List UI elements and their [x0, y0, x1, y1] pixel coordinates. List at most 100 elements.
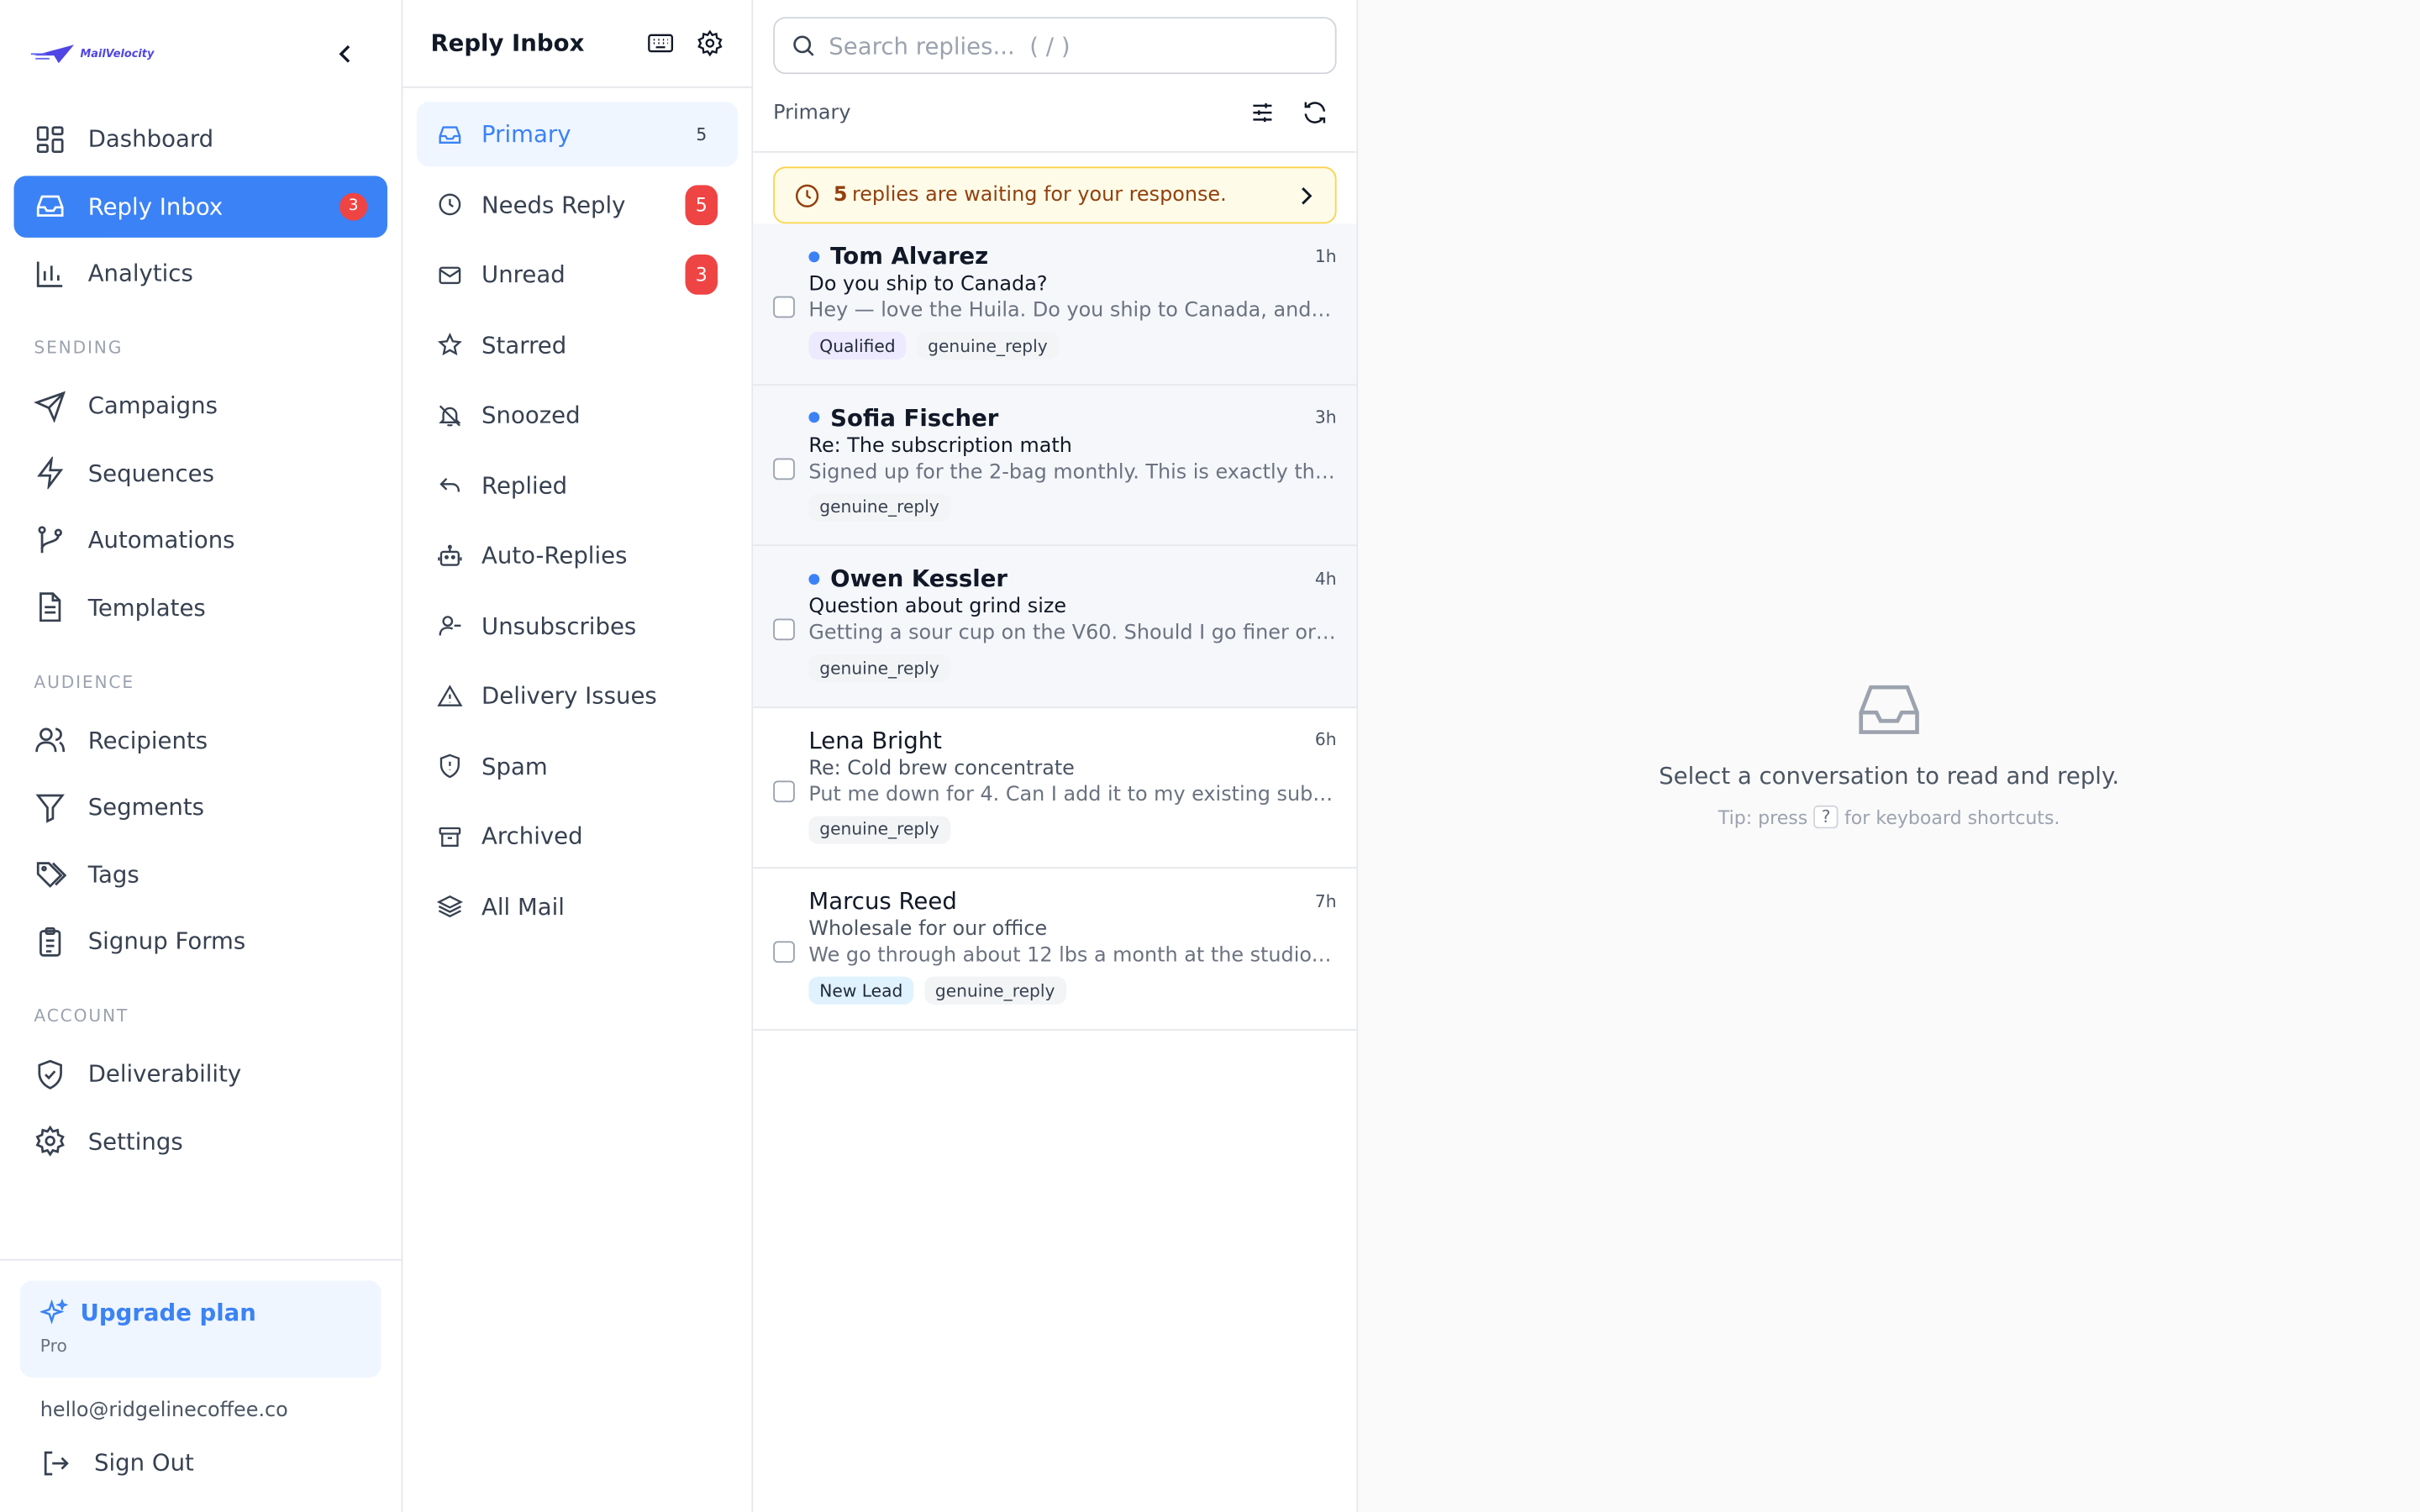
list-item[interactable]: Tom Alvarez 1h Do you ship to Canada? He… — [753, 223, 1357, 386]
sender-name: Tom Alvarez — [830, 242, 989, 270]
archive-icon — [439, 826, 461, 847]
sidebar-item-automations[interactable]: Automations — [14, 509, 387, 570]
sidebar-item-templates[interactable]: Templates — [14, 576, 387, 638]
list-item[interactable]: Sofia Fischer 3h Re: The subscription ma… — [753, 385, 1357, 547]
folder-label: Replied — [481, 471, 568, 500]
folder-badge: 5 — [685, 184, 718, 225]
user-email: hello@ridgelinecoffee.co — [39, 1399, 288, 1423]
sidebar-item-label: Campaigns — [87, 391, 218, 420]
dashboard-icon — [36, 125, 64, 153]
sidebar-item-signup-forms[interactable]: Signup Forms — [14, 911, 387, 972]
sidebar-item-sequences[interactable]: Sequences — [14, 442, 387, 503]
message-subject: Wholesale for our office — [808, 917, 1048, 942]
sidebar-item-dashboard[interactable]: Dashboard — [14, 108, 387, 170]
clipboard-icon — [39, 926, 61, 956]
tip-suffix: for keyboard shortcuts. — [1844, 806, 2060, 828]
sidebar-item-label: Reply Inbox — [87, 192, 224, 220]
tag-badge: New Lead — [808, 976, 914, 1005]
folder-unsubscribes[interactable]: Unsubscribes — [417, 593, 738, 658]
folder-label: Spam — [481, 752, 548, 780]
list-item[interactable]: Lena Bright 6h Re: Cold brew concentrate… — [753, 707, 1357, 869]
gear-icon[interactable] — [696, 29, 723, 57]
unread-dot — [808, 250, 820, 262]
select-checkbox[interactable] — [773, 780, 795, 802]
folder-label: All Mail — [481, 892, 565, 921]
keyboard-icon[interactable] — [647, 29, 675, 57]
layers-icon — [436, 895, 464, 918]
sign-out-button[interactable]: Sign Out — [40, 1444, 381, 1481]
sidebar-item-label: Analytics — [87, 259, 193, 287]
banner-message: replies are waiting for your response. — [851, 183, 1227, 207]
sidebar-item-label: Settings — [87, 1126, 183, 1155]
list-item[interactable]: Marcus Reed 7h Wholesale for our office … — [753, 869, 1357, 1030]
bar-chart-icon — [36, 260, 63, 286]
upgrade-plan-card[interactable]: Upgrade plan Pro — [19, 1280, 381, 1378]
sidebar-item-reply-inbox[interactable]: Reply Inbox 3 — [13, 175, 388, 237]
folder-replied[interactable]: Replied — [417, 453, 738, 517]
logo[interactable]: MailVelocity — [30, 42, 154, 66]
page-title: Reply Inbox — [430, 29, 585, 57]
refresh-icon[interactable] — [1301, 99, 1328, 127]
upgrade-plan-button[interactable]: Upgrade plan — [39, 1299, 361, 1327]
folder-snoozed[interactable]: Snoozed — [417, 383, 738, 448]
sidebar-item-settings[interactable]: Settings — [14, 1110, 387, 1172]
message-time: 7h — [1314, 890, 1337, 911]
folder-archived[interactable]: Archived — [417, 804, 738, 869]
message-snippet: Hey — love the Huila. Do you ship to Can… — [808, 299, 1336, 323]
search-input[interactable] — [829, 31, 1320, 60]
message-time: 4h — [1314, 568, 1337, 589]
sidebar-item-segments[interactable]: Segments — [14, 776, 387, 837]
select-checkbox[interactable] — [773, 941, 795, 963]
list-item[interactable]: Owen Kessler 4h Question about grind siz… — [753, 546, 1357, 708]
sidebar-nav: Dashboard Reply Inbox 3 Analytics SENDIN… — [0, 108, 402, 1172]
reply-inbox-count-badge: 3 — [339, 192, 368, 220]
tip-prefix: Tip: press — [1718, 806, 1808, 828]
users-icon — [35, 727, 66, 753]
sidebar-item-deliverability[interactable]: Deliverability — [14, 1043, 387, 1105]
empty-state-text: Select a conversation to read and reply. — [1659, 762, 2120, 790]
folder-count: 5 — [696, 123, 708, 144]
star-icon — [437, 333, 462, 356]
sender-name: Owen Kessler — [830, 564, 1007, 593]
folder-label: Unsubscribes — [481, 612, 637, 640]
banner-text: 5 replies are waiting for your response. — [834, 184, 1227, 207]
sliders-icon[interactable] — [1249, 99, 1276, 127]
folder-spam[interactable]: Spam — [417, 733, 738, 798]
select-checkbox[interactable] — [773, 457, 795, 480]
folder-primary[interactable]: Primary 5 — [416, 102, 738, 167]
unread-dot — [808, 573, 820, 585]
sidebar-item-label: Segments — [87, 793, 205, 822]
select-checkbox[interactable] — [773, 296, 795, 318]
message-snippet: We go through about 12 lbs a month at th… — [808, 944, 1336, 968]
sidebar-item-analytics[interactable]: Analytics — [14, 242, 387, 303]
search-box[interactable] — [773, 17, 1337, 75]
collapse-sidebar-button[interactable] — [330, 39, 361, 70]
folder-all-mail[interactable]: All Mail — [417, 874, 738, 938]
message-time: 3h — [1314, 407, 1337, 428]
tag-badge: Qualified — [808, 331, 907, 360]
folder-needs-reply[interactable]: Needs Reply 5 — [417, 172, 738, 237]
folder-unread[interactable]: Unread 3 — [417, 242, 738, 307]
sidebar-item-tags[interactable]: Tags — [14, 843, 387, 905]
sidebar-item-recipients[interactable]: Recipients — [14, 709, 387, 770]
waiting-replies-banner[interactable]: 5 replies are waiting for your response. — [773, 166, 1337, 224]
section-label-sending: SENDING — [34, 338, 124, 359]
folder-auto-replies[interactable]: Auto-Replies — [417, 523, 738, 588]
upgrade-plan-label: Upgrade plan — [80, 1299, 256, 1327]
sender-name: Sofia Fischer — [830, 403, 999, 432]
message-subject: Do you ship to Canada? — [808, 273, 1048, 297]
user-minus-icon — [439, 616, 461, 636]
select-checkbox[interactable] — [773, 618, 795, 641]
message-time: 6h — [1314, 729, 1337, 750]
folder-label: Snoozed — [481, 401, 581, 429]
unread-dot — [808, 412, 820, 423]
sender-name: Lena Bright — [808, 726, 942, 754]
tag-badge: genuine_reply — [917, 331, 1059, 360]
inbox-icon — [1859, 685, 1919, 734]
sidebar-item-campaigns[interactable]: Campaigns — [14, 375, 387, 436]
sidebar-item-label: Tags — [87, 859, 139, 889]
folder-panel: Reply Inbox Primary 5 Needs Reply 5 Unre… — [402, 0, 754, 1512]
folder-starred[interactable]: Starred — [417, 312, 738, 377]
message-snippet: Signed up for the 2-bag monthly. This is… — [808, 460, 1336, 484]
folder-delivery-issues[interactable]: Delivery Issues — [417, 664, 738, 728]
